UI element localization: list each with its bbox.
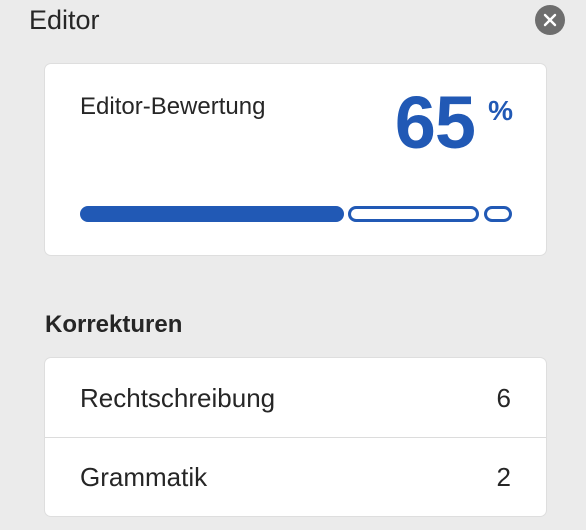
corrections-heading: Korrekturen <box>45 311 183 338</box>
close-button[interactable] <box>535 5 565 35</box>
editor-score-label: Editor-Bewertung <box>80 93 266 120</box>
editor-score-unit: % <box>488 95 513 126</box>
pane-title: Editor <box>29 5 100 35</box>
correction-row-grammar[interactable]: Grammatik 2 <box>45 437 546 516</box>
correction-count: 6 <box>496 382 511 413</box>
correction-label: Rechtschreibung <box>80 382 276 413</box>
editor-score-card: Editor-Bewertung 65 % <box>45 64 546 255</box>
corrections-list: Rechtschreibung 6 Grammatik 2 <box>45 358 546 516</box>
correction-label: Grammatik <box>80 462 208 492</box>
progress-segment-empty <box>348 206 479 222</box>
correction-count: 2 <box>496 462 511 492</box>
editor-score-value: 65 <box>394 81 476 164</box>
progress-segment-filled <box>80 206 344 222</box>
editor-score-progress-bar <box>80 206 512 222</box>
close-icon <box>543 13 557 27</box>
correction-row-spelling[interactable]: Rechtschreibung 6 <box>45 358 546 437</box>
progress-segment-empty <box>484 206 512 222</box>
